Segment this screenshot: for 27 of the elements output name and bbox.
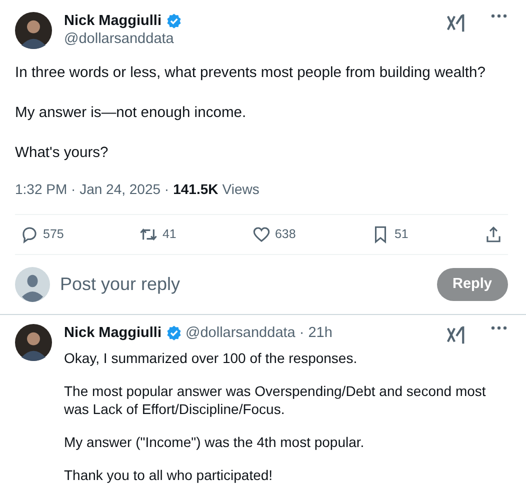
more-icon[interactable] bbox=[490, 324, 508, 332]
action-count[interactable]: 638 bbox=[274, 225, 296, 244]
action-count[interactable]: 575 bbox=[43, 225, 64, 244]
action-count[interactable]: 41 bbox=[162, 225, 176, 244]
action-count[interactable]: 51 bbox=[394, 225, 408, 244]
reply-icon[interactable] bbox=[20, 225, 39, 244]
reply-text: Thank you to all who participated! bbox=[64, 466, 274, 484]
reply-text: The most popular answer was Overspending/Debt and second most was Lack of Effort/Discipline/Focus. bbox=[64, 382, 487, 418]
post-timestamp: 1:32 PM · Jan 24, 2025 · bbox=[15, 180, 170, 199]
post-time[interactable]: · 21h bbox=[299, 324, 332, 342]
view-count: 141.5K bbox=[173, 180, 218, 199]
tweet-text: My answer is—not enough income. bbox=[15, 104, 248, 123]
author-name[interactable]: Nick Maggiulli bbox=[64, 324, 162, 342]
share-icon[interactable] bbox=[484, 225, 503, 244]
reply-text: My answer ("Income") was the 4th most popular. bbox=[64, 433, 366, 451]
author-handle[interactable]: @dollarsanddata bbox=[186, 324, 296, 342]
heart-icon[interactable] bbox=[252, 225, 271, 244]
reply-text: Okay, I summarized over 100 of the responses. bbox=[64, 349, 358, 367]
avatar[interactable] bbox=[15, 324, 52, 361]
tweet-text: What's yours? bbox=[15, 144, 110, 163]
author-name[interactable]: Nick Maggiulli bbox=[64, 12, 162, 30]
tweet-text: In three words or less, what prevents most people from building wealth? bbox=[15, 64, 486, 83]
avatar[interactable] bbox=[15, 12, 52, 49]
views-label: Views bbox=[222, 180, 260, 199]
author-handle[interactable]: @dollarsanddata bbox=[64, 30, 182, 48]
more-icon[interactable] bbox=[490, 12, 508, 20]
avatar bbox=[15, 267, 50, 302]
